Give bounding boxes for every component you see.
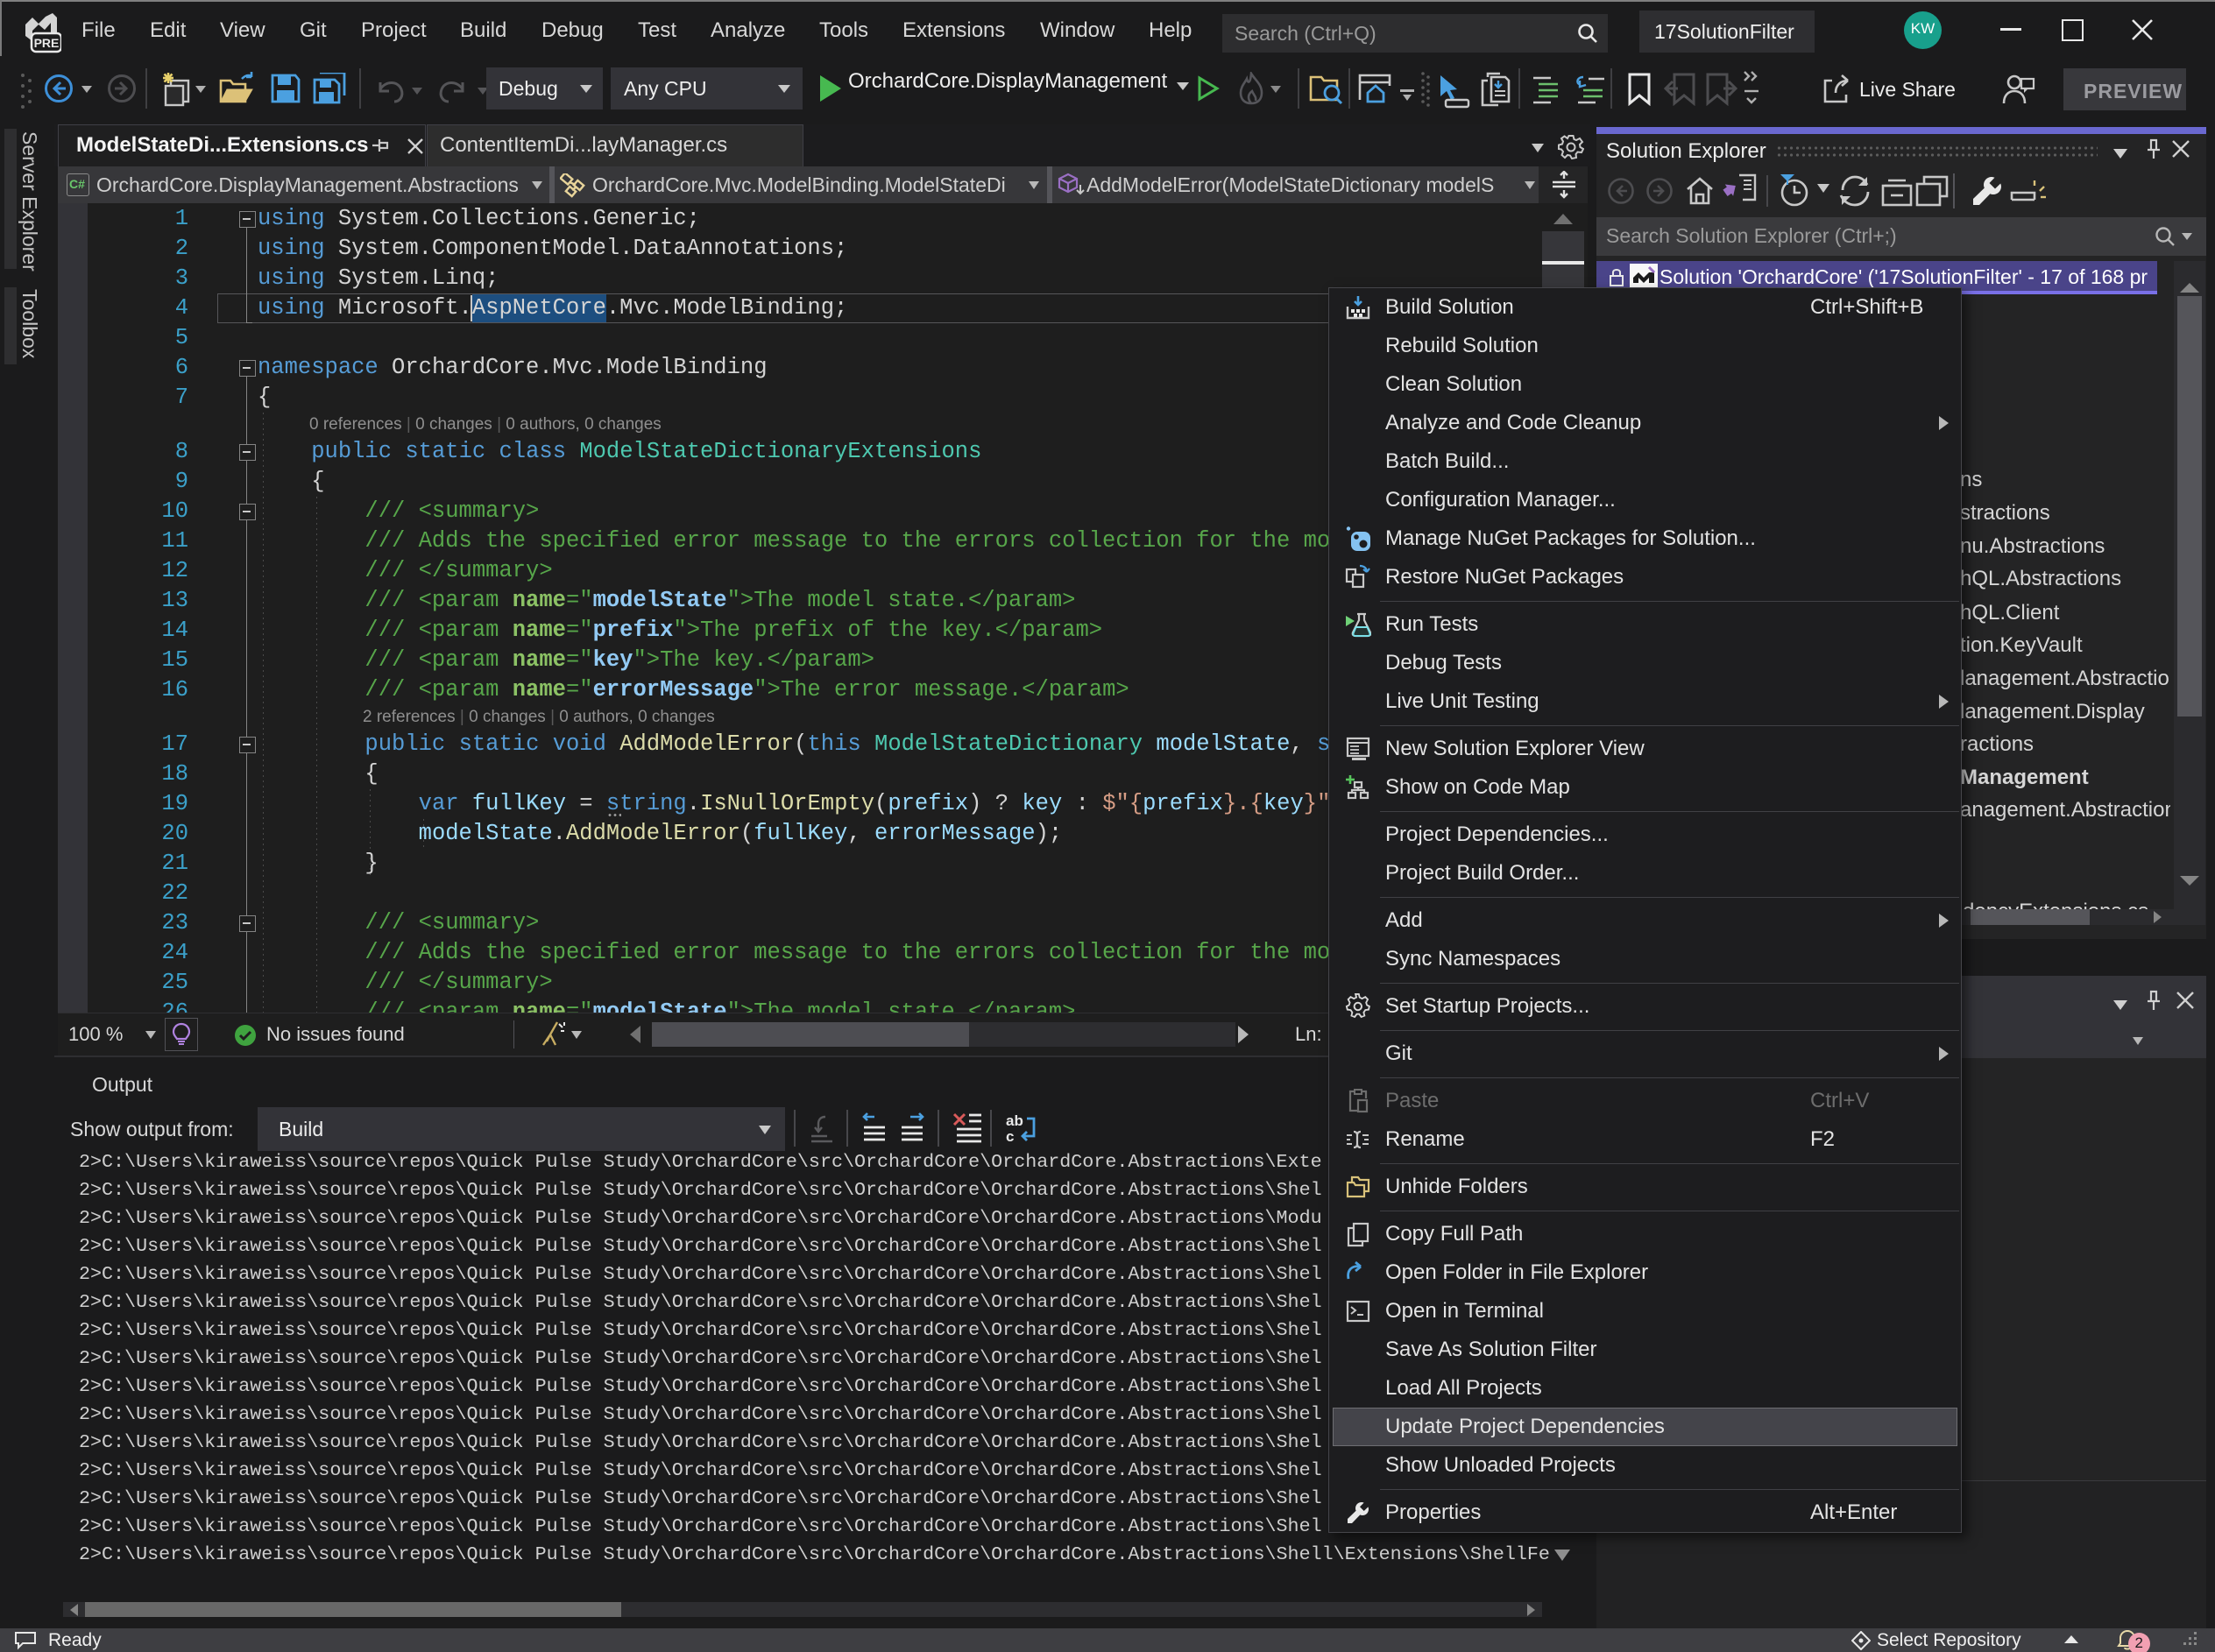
- svg-text:c: c: [1006, 1128, 1014, 1145]
- svg-text:PRE: PRE: [34, 36, 60, 50]
- svg-text:ab: ab: [1006, 1112, 1023, 1129]
